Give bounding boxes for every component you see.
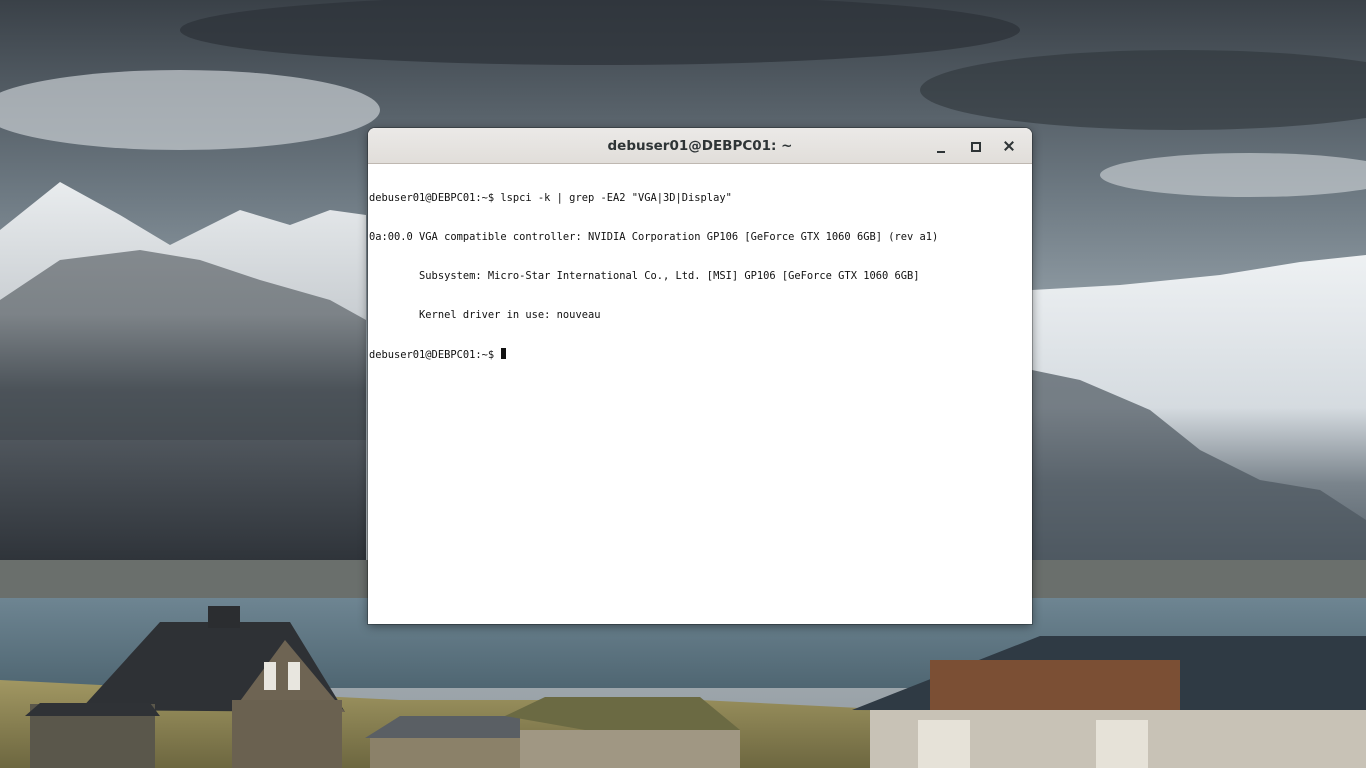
terminal-line: Kernel driver in use: nouveau — [369, 309, 601, 321]
terminal-prompt: debuser01@DEBPC01:~$ — [369, 349, 501, 361]
terminal-cursor — [501, 348, 507, 359]
close-icon[interactable] — [992, 132, 1026, 160]
terminal-output[interactable]: debuser01@DEBPC01:~$ lspci -k | grep -EA… — [368, 164, 1032, 624]
terminal-line: 0a:00.0 VGA compatible controller: NVIDI… — [369, 231, 939, 243]
terminal-window[interactable]: debuser01@DEBPC01: ~ debuser01@DEBPC01:~… — [368, 128, 1032, 624]
maximize-icon[interactable] — [958, 132, 992, 160]
window-titlebar[interactable]: debuser01@DEBPC01: ~ — [368, 128, 1032, 164]
terminal-line: debuser01@DEBPC01:~$ lspci -k | grep -EA… — [369, 192, 732, 204]
terminal-prompt-line[interactable]: debuser01@DEBPC01:~$ — [369, 348, 1031, 361]
terminal-line: Subsystem: Micro-Star International Co.,… — [369, 270, 920, 282]
window-controls — [924, 132, 1026, 160]
minimize-icon[interactable] — [924, 132, 958, 160]
